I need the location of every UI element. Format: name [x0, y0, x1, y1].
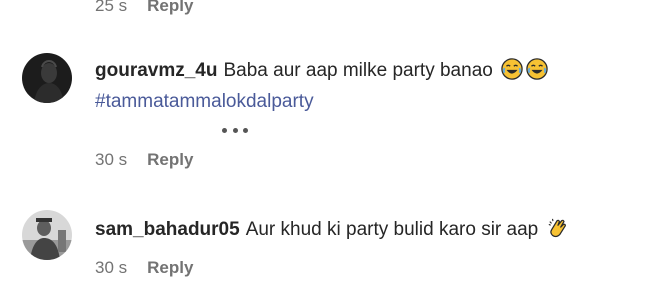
avatar[interactable] — [22, 53, 72, 103]
comment-meta-previous: 25 s Reply — [95, 0, 193, 16]
comment-meta: 30 s Reply — [95, 258, 193, 278]
comment-timestamp: 30 s — [95, 258, 128, 277]
avatar[interactable] — [22, 210, 72, 260]
comment-username[interactable]: gouravmz_4u — [95, 60, 217, 81]
comment-text: Baba aur aap milke party banao — [223, 60, 493, 81]
joy-emoji-icon — [501, 58, 523, 88]
joy-emoji-icon — [526, 58, 548, 88]
comment-text: Aur khud ki party bulid karo sir aap — [245, 219, 539, 240]
comment-username[interactable]: sam_bahadur05 — [95, 219, 240, 240]
reply-button[interactable]: Reply — [147, 0, 193, 16]
clapping-hands-emoji-icon — [547, 217, 569, 247]
reply-button[interactable]: Reply — [147, 258, 193, 278]
comment-meta: 30 s Reply — [95, 150, 193, 170]
comment-body: sam_bahadur05 Aur khud ki party bulid kar… — [95, 216, 635, 247]
hashtag-link[interactable]: #tammatammalokdalparty — [95, 91, 314, 112]
more-horizontal-icon[interactable] — [222, 126, 248, 134]
reply-button[interactable]: Reply — [147, 150, 193, 170]
comment-timestamp: 30 s — [95, 150, 128, 169]
comment-timestamp: 25 s — [95, 0, 128, 15]
avatar-photo-icon — [22, 53, 72, 103]
comment-body: gouravmz_4u Baba aur aap milke party bana… — [95, 57, 635, 115]
avatar-photo-icon — [22, 210, 72, 260]
